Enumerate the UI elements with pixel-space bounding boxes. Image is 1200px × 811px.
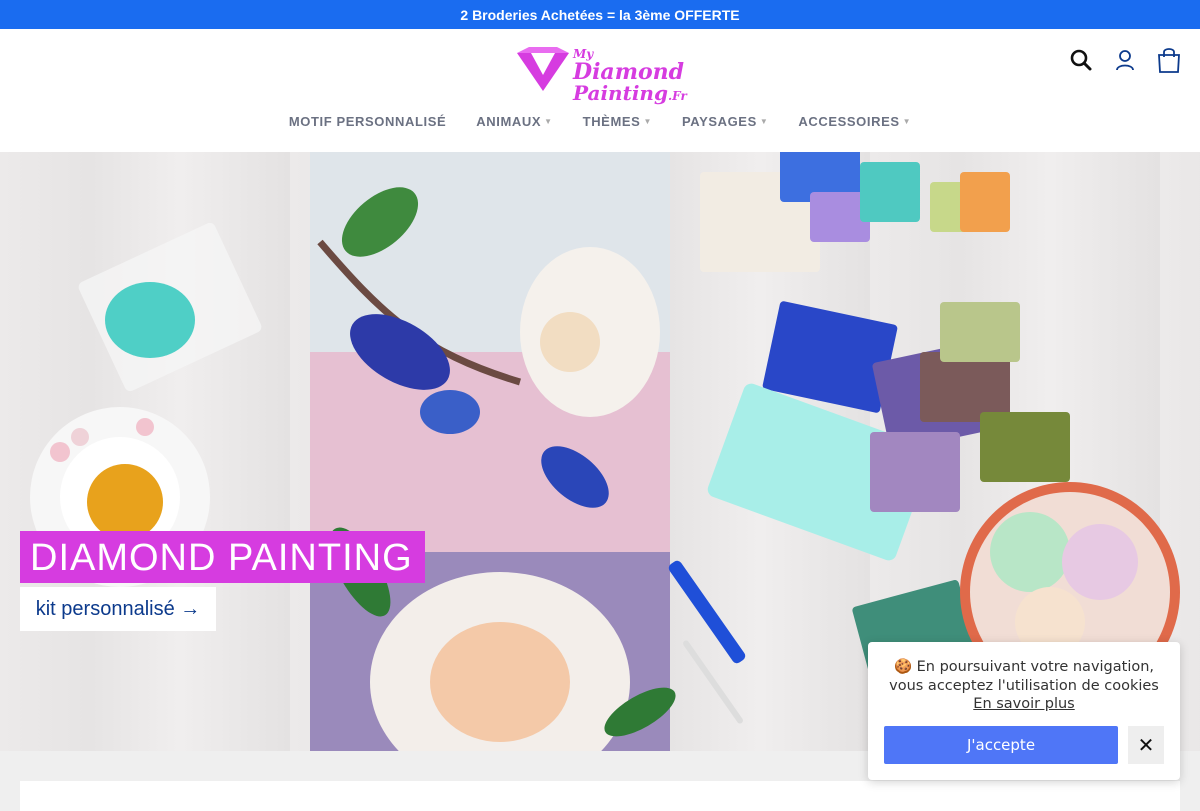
account-icon[interactable] [1112,47,1138,73]
cart-icon[interactable] [1156,47,1182,73]
brand-line2: Painting [573,81,668,105]
hero-cta-link[interactable]: kit personnalisé → [20,587,216,631]
nav-label: MOTIF PERSONNALISÉ [288,114,447,129]
cookie-message: En poursuivant votre navigation, vous ac… [889,659,1159,694]
nav-label: ANIMAUX [476,114,542,129]
hero-title: DIAMOND PAINTING [20,531,425,583]
nav-label: ACCESSOIRES [798,114,900,129]
site-header: My Diamond Painting.Fr MOTIF PERSONNALIS… [0,29,1200,152]
content-card [20,781,1180,811]
chevron-down-icon: ▼ [643,117,652,126]
close-icon[interactable]: ✕ [1128,726,1164,764]
brand-wordmark: My Diamond Painting.Fr [573,45,687,103]
diamond-logo-icon [517,47,569,91]
cookie-message-wrapper: 🍪 En poursuivant votre navigation, vous … [882,658,1166,696]
cookie-icon: 🍪 [893,659,913,675]
cookie-banner: 🍪 En poursuivant votre navigation, vous … [868,642,1180,780]
nav-item-themes[interactable]: THÈMES ▼ [583,114,652,129]
nav-item-paysages[interactable]: PAYSAGES ▼ [682,114,768,129]
search-icon[interactable] [1068,47,1094,73]
site-logo[interactable]: My Diamond Painting.Fr [515,43,687,103]
chevron-down-icon: ▼ [902,117,912,126]
nav-label: PAYSAGES [681,114,757,129]
nav-label: THÈMES [582,114,641,129]
brand-suffix: .Fr [667,89,687,103]
nav-item-accessoires[interactable]: ACCESSOIRES ▼ [798,114,911,129]
chevron-down-icon: ▼ [544,117,553,126]
header-icons [1068,47,1182,73]
main-navigation: MOTIF PERSONNALISÉ ANIMAUX ▼ THÈMES ▼ PAYS… [0,114,1200,129]
nav-item-animaux[interactable]: ANIMAUX ▼ [476,114,552,129]
nav-item-motif-personnalise[interactable]: MOTIF PERSONNALISÉ [289,114,446,129]
chevron-down-icon: ▼ [759,117,769,126]
announcement-text: 2 Broderies Achetées = la 3ème OFFERTE [460,6,740,23]
cookie-learn-more-link[interactable]: En savoir plus [882,696,1166,712]
announcement-bar: 2 Broderies Achetées = la 3ème OFFERTE [0,0,1200,29]
cookie-accept-button[interactable]: J'accepte [884,726,1118,764]
